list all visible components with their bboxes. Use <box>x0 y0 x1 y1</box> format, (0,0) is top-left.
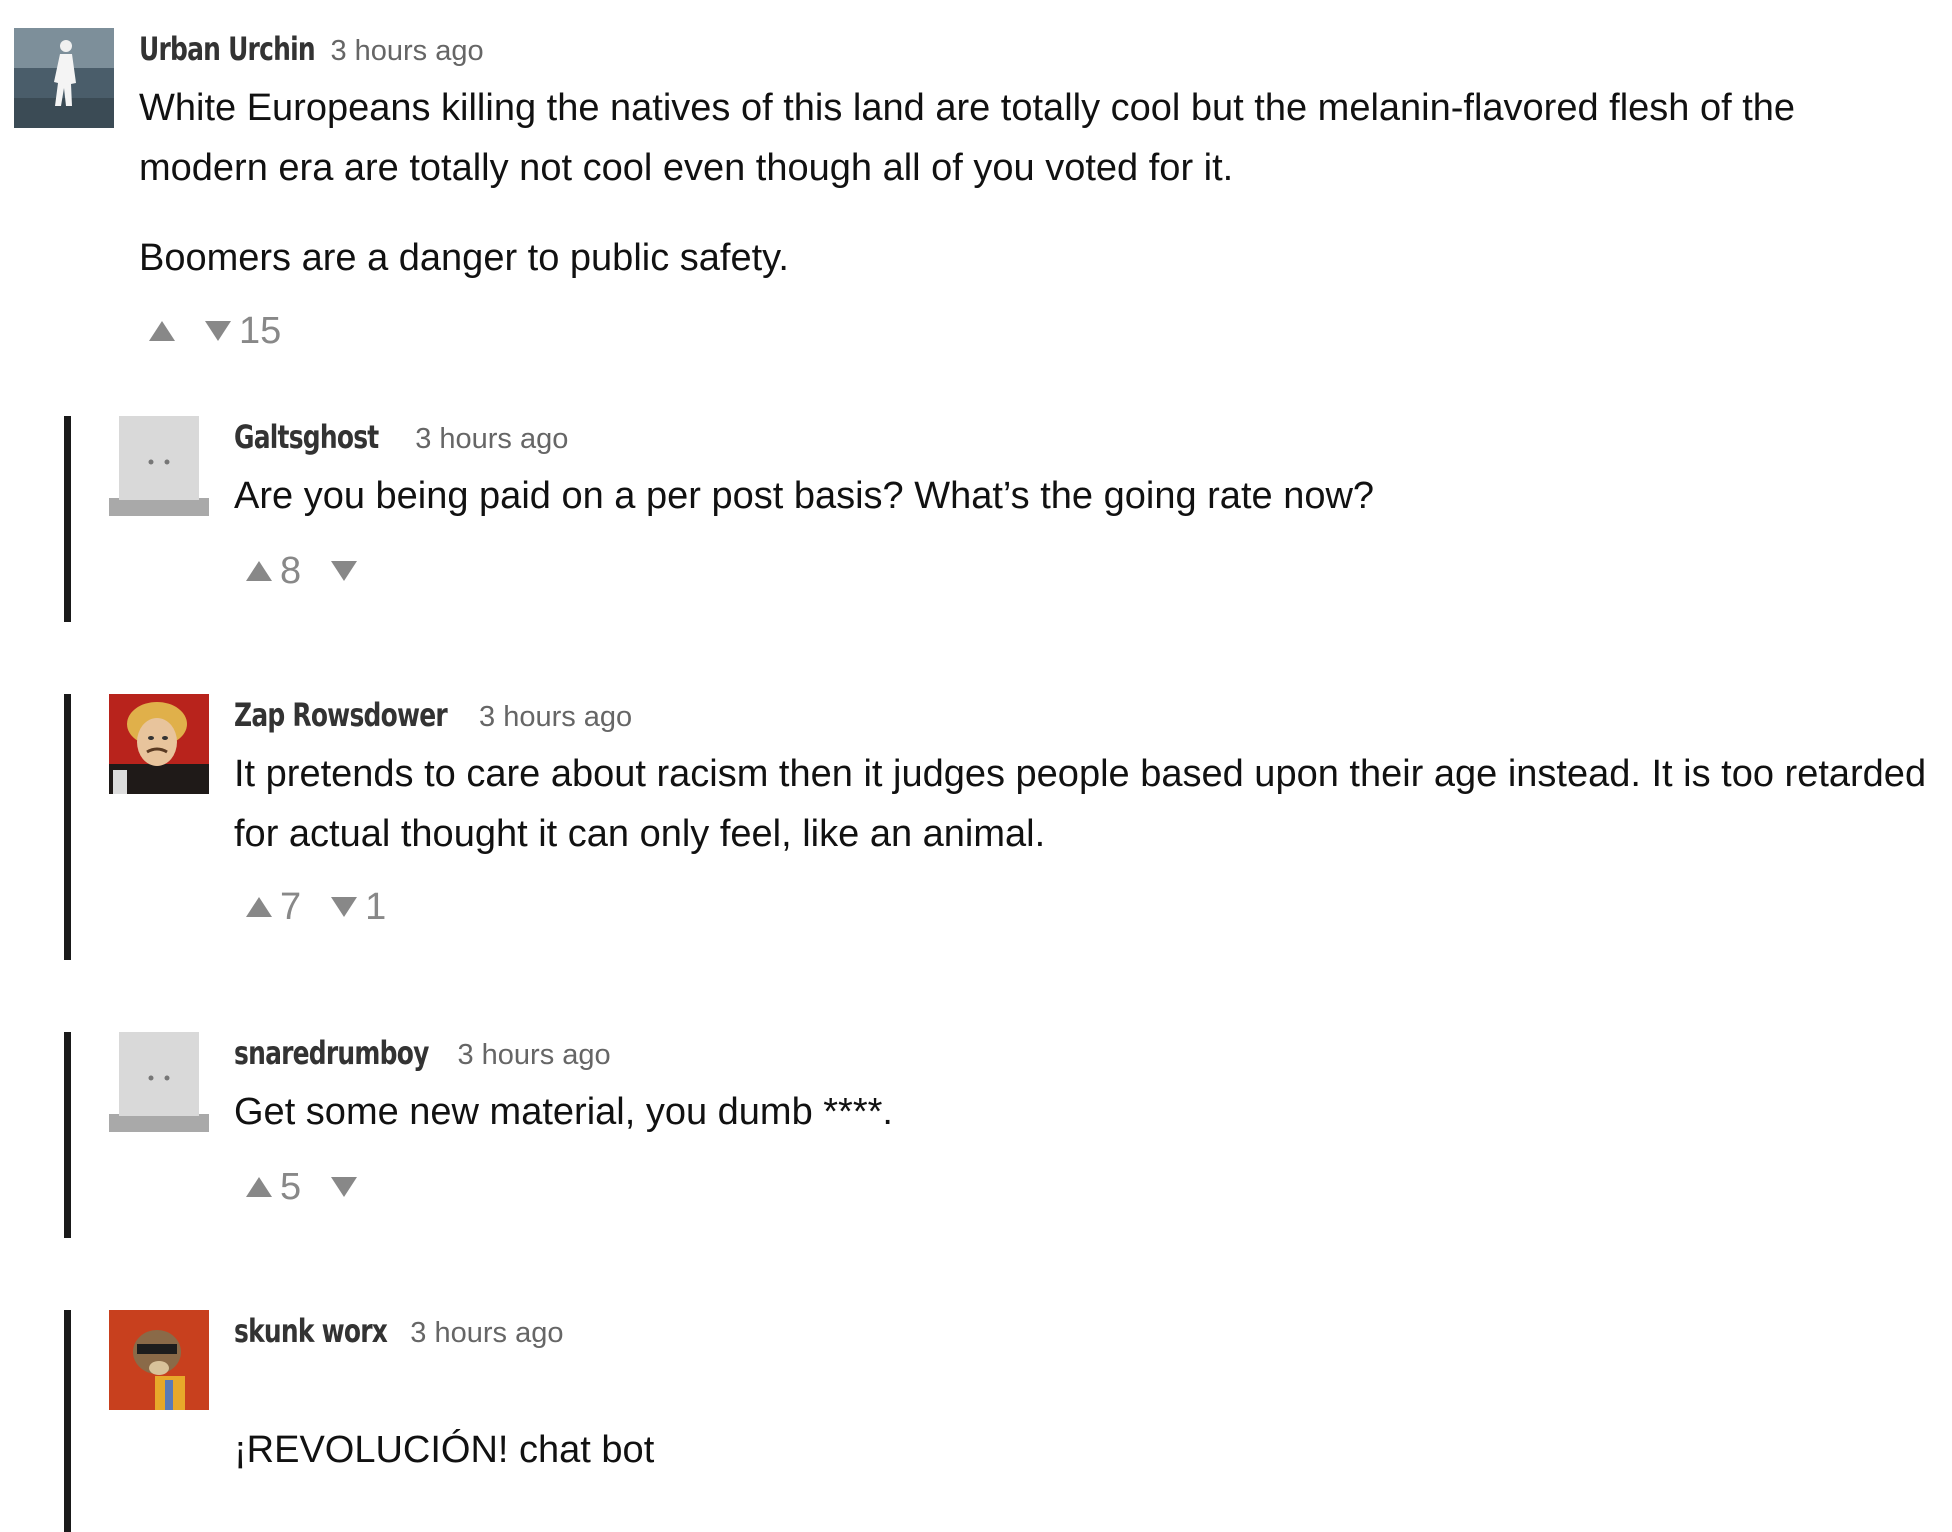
comment-paragraph: It pretends to care about racism then it… <box>234 753 1927 855</box>
username[interactable]: Urban Urchin <box>139 30 316 68</box>
timestamp[interactable]: 3 hours ago <box>479 701 632 734</box>
downvote-button[interactable] <box>329 1175 359 1199</box>
comment-text: It pretends to care about racism then it… <box>234 744 1939 864</box>
triangle-up-icon <box>147 319 177 343</box>
comment-meta: Zap Rowsdower 3 hours ago <box>234 696 1939 736</box>
upvote-button[interactable]: 5 <box>244 1166 301 1209</box>
upvote-count: 8 <box>280 549 302 592</box>
triangle-down-icon <box>329 559 359 583</box>
triangle-down-icon <box>329 1175 359 1199</box>
comment-text: White Europeans killing the natives of t… <box>139 78 1934 288</box>
upvote-button[interactable] <box>147 319 177 343</box>
username[interactable]: snaredrumboy <box>234 1034 429 1072</box>
upvote-button[interactable]: 7 <box>244 886 301 929</box>
vote-bar: 5 <box>234 1162 1939 1212</box>
triangle-down-icon <box>329 895 359 919</box>
triangle-up-icon <box>244 1175 274 1199</box>
comment-text: Get some new material, you dumb ****. <box>234 1082 1939 1142</box>
downvote-button[interactable]: 15 <box>203 310 281 353</box>
comment-text: ¡REVOLUCIÓN! chat bot <box>234 1420 1939 1480</box>
timestamp[interactable]: 3 hours ago <box>415 423 568 456</box>
avatar[interactable] <box>109 694 209 794</box>
reply-comment: Zap Rowsdower 3 hours ago It pretends to… <box>64 694 1939 960</box>
reply-comment: skunk worx 3 hours ago ¡REVOLUCIÓN! chat… <box>64 1310 1939 1532</box>
reply-comment: snaredrumboy 3 hours ago Get some new ma… <box>64 1032 1939 1238</box>
username[interactable]: Galtsghost <box>234 418 379 456</box>
comment-meta: Galtsghost 3 hours ago <box>234 418 1939 458</box>
triangle-up-icon <box>244 895 274 919</box>
upvote-count: 7 <box>280 885 302 928</box>
comment-meta: snaredrumboy 3 hours ago <box>234 1034 1939 1074</box>
comment-text: Are you being paid on a per post basis? … <box>234 466 1939 526</box>
downvote-count: 1 <box>365 885 387 928</box>
downvote-button[interactable]: 1 <box>329 886 386 929</box>
avatar-image <box>109 1032 209 1132</box>
avatar[interactable] <box>14 28 114 128</box>
username[interactable]: skunk worx <box>234 1312 388 1350</box>
avatar-image <box>109 694 209 794</box>
upvote-count: 5 <box>280 1165 302 1208</box>
comment-paragraph: Get some new material, you dumb ****. <box>234 1091 893 1133</box>
avatar[interactable] <box>109 1032 209 1132</box>
avatar-image <box>109 416 209 516</box>
username[interactable]: Zap Rowsdower <box>234 696 448 734</box>
avatar-image <box>14 28 114 128</box>
comment-paragraph: Boomers are a danger to public safety. <box>139 237 789 279</box>
comment-thread: Urban Urchin 3 hours ago White Europeans… <box>0 0 1952 1532</box>
comment-paragraph: Are you being paid on a per post basis? … <box>234 475 1375 517</box>
timestamp[interactable]: 3 hours ago <box>457 1039 610 1072</box>
avatar-image <box>109 1310 209 1410</box>
comment-paragraph: ¡REVOLUCIÓN! chat bot <box>234 1429 655 1471</box>
reply-comment: Galtsghost 3 hours ago Are you being pai… <box>64 416 1939 622</box>
comment: Urban Urchin 3 hours ago White Europeans… <box>14 28 1934 356</box>
downvote-button[interactable] <box>329 559 359 583</box>
timestamp[interactable]: 3 hours ago <box>330 35 483 68</box>
comment-meta: skunk worx 3 hours ago <box>234 1312 1939 1352</box>
vote-bar: 8 <box>234 546 1939 596</box>
downvote-count: 15 <box>239 309 282 352</box>
upvote-button[interactable]: 8 <box>244 550 301 593</box>
triangle-down-icon <box>203 319 233 343</box>
vote-bar: 15 <box>139 306 1934 356</box>
comment-paragraph: White Europeans killing the natives of t… <box>139 87 1796 189</box>
triangle-up-icon <box>244 559 274 583</box>
comment-meta: Urban Urchin 3 hours ago <box>139 30 1934 70</box>
vote-bar: 7 1 <box>234 882 1939 932</box>
avatar[interactable] <box>109 416 209 516</box>
timestamp[interactable]: 3 hours ago <box>410 1317 563 1350</box>
avatar[interactable] <box>109 1310 209 1410</box>
